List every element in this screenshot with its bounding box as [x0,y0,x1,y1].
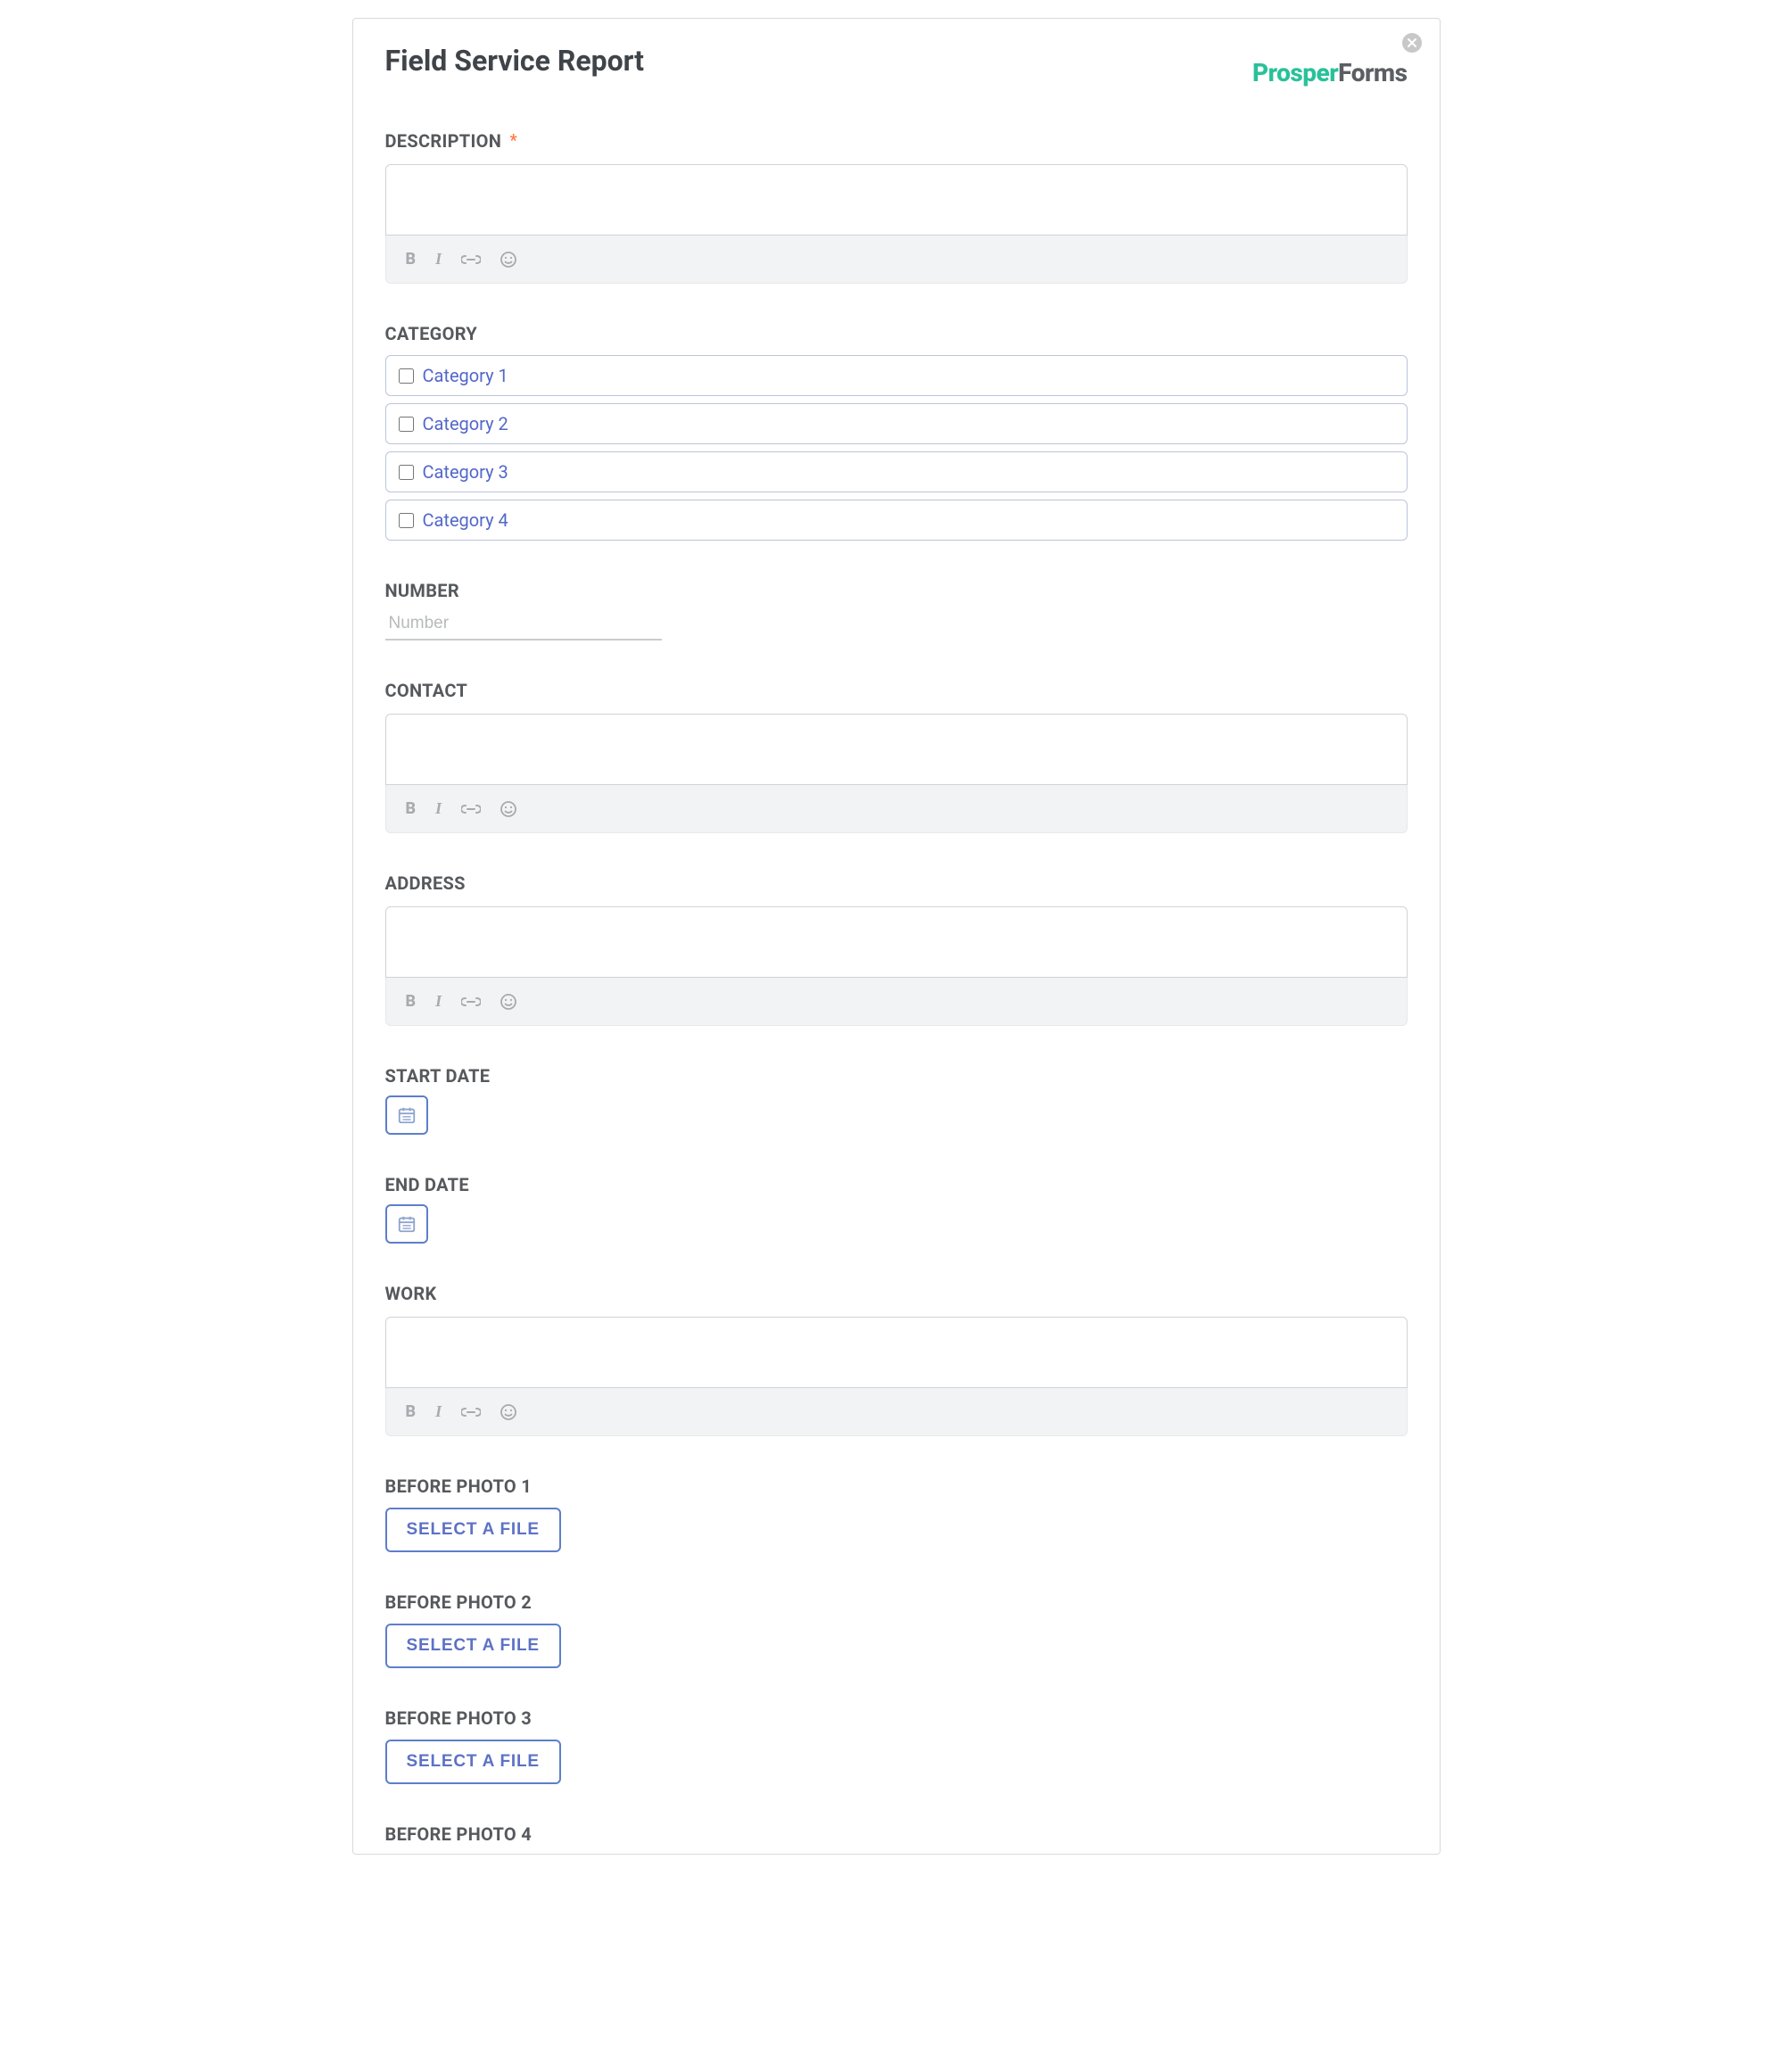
work-toolbar: B I [385,1388,1408,1436]
category-label-1: Category 1 [423,365,508,386]
category-checkbox-3[interactable] [399,465,414,480]
label-number: NUMBER [385,580,1408,601]
calendar-icon [397,1214,417,1234]
section-contact: CONTACT B I [385,680,1408,833]
emoji-button[interactable] [500,801,516,817]
category-option-3[interactable]: Category 3 [385,451,1408,492]
address-input[interactable] [385,906,1408,978]
bold-button[interactable]: B [406,250,417,269]
category-label-4: Category 4 [423,509,508,531]
label-before-photo-2: BEFORE PHOTO 2 [385,1591,1408,1613]
label-category: CATEGORY [385,323,1408,344]
select-file-button-2[interactable]: SELECT A FILE [385,1624,561,1668]
header: Field Service Report ProsperForms [385,44,1408,87]
address-toolbar: B I [385,978,1408,1026]
bold-button[interactable]: B [406,1402,417,1421]
emoji-button[interactable] [500,1404,516,1420]
description-toolbar: B I [385,236,1408,284]
emoji-icon [500,252,516,268]
calendar-icon [397,1105,417,1125]
link-button[interactable] [461,1406,481,1418]
section-start-date: START DATE [385,1065,1408,1135]
logo-part-1: Prosper [1252,58,1338,87]
label-before-photo-1: BEFORE PHOTO 1 [385,1476,1408,1497]
number-input[interactable] [385,608,662,641]
link-button[interactable] [461,803,481,815]
end-date-picker[interactable] [385,1204,428,1244]
label-end-date: END DATE [385,1174,1408,1195]
category-option-4[interactable]: Category 4 [385,500,1408,541]
description-input[interactable] [385,164,1408,236]
link-button[interactable] [461,996,481,1008]
category-checkbox-2[interactable] [399,417,414,432]
close-button[interactable] [1402,33,1422,53]
link-button[interactable] [461,253,481,266]
section-category: CATEGORY Category 1 Category 2 Category … [385,323,1408,541]
close-icon [1408,38,1416,47]
italic-button[interactable]: I [435,1402,442,1421]
emoji-button[interactable] [500,252,516,268]
form-modal: Field Service Report ProsperForms DESCRI… [352,18,1441,1855]
category-option-2[interactable]: Category 2 [385,403,1408,444]
label-description-text: DESCRIPTION [385,130,502,152]
category-label-3: Category 3 [423,461,508,483]
section-number: NUMBER [385,580,1408,641]
italic-button[interactable]: I [435,992,442,1011]
label-work: WORK [385,1283,1408,1304]
category-checkbox-4[interactable] [399,513,414,528]
section-before-photo-4: BEFORE PHOTO 4 [385,1823,1408,1845]
work-input[interactable] [385,1317,1408,1388]
cutoff-spacer [385,1845,1408,1854]
emoji-button[interactable] [500,994,516,1010]
label-description: DESCRIPTION * [385,130,1408,152]
section-before-photo-3: BEFORE PHOTO 3 SELECT A FILE [385,1707,1408,1784]
label-start-date: START DATE [385,1065,1408,1087]
required-mark: * [509,131,516,150]
category-label-2: Category 2 [423,413,508,434]
link-icon [461,803,481,815]
section-before-photo-1: BEFORE PHOTO 1 SELECT A FILE [385,1476,1408,1552]
logo-part-2: Forms [1338,58,1407,87]
category-checkbox-1[interactable] [399,368,414,384]
link-icon [461,253,481,266]
select-file-button-1[interactable]: SELECT A FILE [385,1508,561,1552]
section-address: ADDRESS B I [385,872,1408,1026]
brand-logo: ProsperForms [1252,58,1407,87]
italic-button[interactable]: I [435,250,442,269]
start-date-picker[interactable] [385,1095,428,1135]
bold-button[interactable]: B [406,992,417,1011]
label-before-photo-3: BEFORE PHOTO 3 [385,1707,1408,1729]
emoji-icon [500,994,516,1010]
form-title: Field Service Report [385,44,644,78]
italic-button[interactable]: I [435,799,442,818]
contact-input[interactable] [385,714,1408,785]
section-before-photo-2: BEFORE PHOTO 2 SELECT A FILE [385,1591,1408,1668]
section-description: DESCRIPTION * B I [385,130,1408,284]
emoji-icon [500,801,516,817]
link-icon [461,1406,481,1418]
contact-toolbar: B I [385,785,1408,833]
label-contact: CONTACT [385,680,1408,701]
section-end-date: END DATE [385,1174,1408,1244]
category-option-1[interactable]: Category 1 [385,355,1408,396]
select-file-button-3[interactable]: SELECT A FILE [385,1740,561,1784]
link-icon [461,996,481,1008]
section-work: WORK B I [385,1283,1408,1436]
label-address: ADDRESS [385,872,1408,894]
label-before-photo-4: BEFORE PHOTO 4 [385,1823,1408,1845]
bold-button[interactable]: B [406,799,417,818]
category-list: Category 1 Category 2 Category 3 Categor… [385,355,1408,541]
emoji-icon [500,1404,516,1420]
